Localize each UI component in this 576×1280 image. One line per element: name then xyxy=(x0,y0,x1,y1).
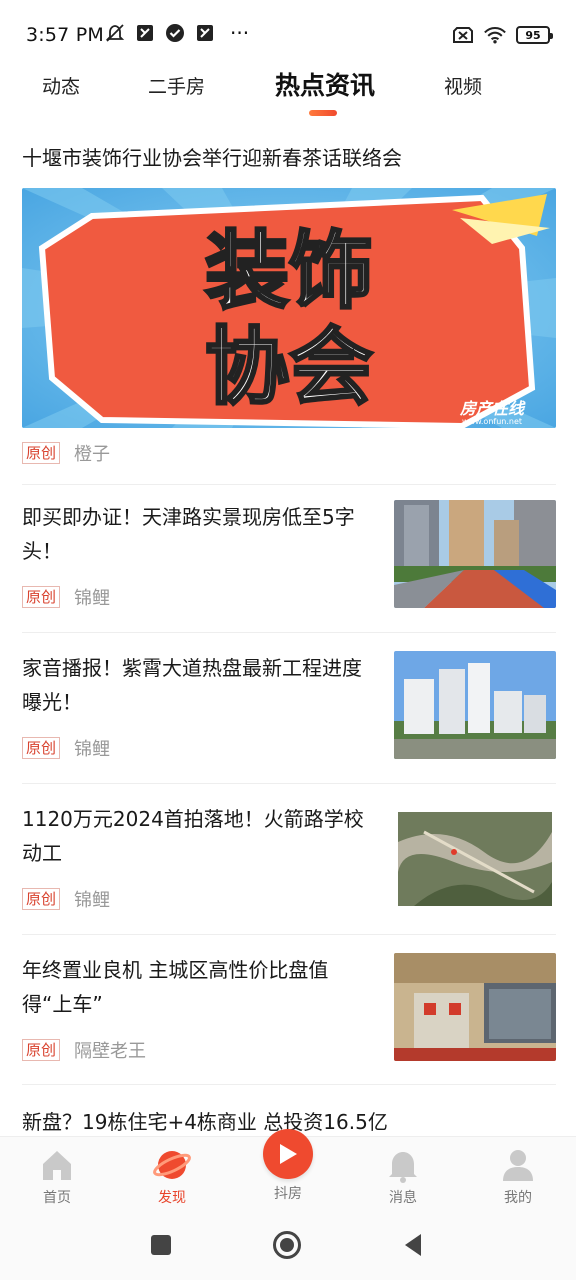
article-title[interactable]: 家音播报！紫霄大道热盘最新工程进度曝光！ xyxy=(22,651,372,719)
status-bar: 3:57 PM ··· 95 xyxy=(0,0,576,68)
author-name: 橙子 xyxy=(74,444,111,465)
featured-article-image[interactable]: 装饰 协会 房产在线 www.onfun.net xyxy=(22,188,556,428)
status-system-icons: 95 xyxy=(452,24,553,46)
nav-profile-label: 我的 xyxy=(504,1190,532,1206)
tab-dongtai[interactable]: 动态 xyxy=(42,72,80,99)
article-title[interactable]: 即买即办证！天津路实景现房低至5字头！ xyxy=(22,500,372,568)
author-name: 锦鲤 xyxy=(74,588,111,609)
nav-home[interactable]: 首页 xyxy=(22,1145,92,1207)
article-title[interactable]: 新盘？19栋住宅+4栋商业 总投资16.5亿 xyxy=(22,1106,388,1135)
sim-off-icon xyxy=(452,24,474,46)
bottom-navigation: 首页 发现 抖房 消息 我的 xyxy=(0,1129,576,1208)
active-tab-indicator xyxy=(309,110,337,116)
featured-article-meta: 原创 橙子 xyxy=(22,440,110,466)
home-button[interactable] xyxy=(272,1230,302,1260)
check-badge-icon xyxy=(164,22,186,44)
status-time: 3:57 PM xyxy=(26,24,104,46)
back-button[interactable] xyxy=(398,1230,428,1260)
home-icon xyxy=(37,1145,77,1185)
user-icon xyxy=(498,1145,538,1185)
list-item[interactable]: 即买即办证！天津路实景现房低至5字头！ 原创 锦鲤 xyxy=(0,482,576,632)
system-navigation-bar xyxy=(0,1208,576,1280)
original-badge: 原创 xyxy=(22,586,61,608)
article-thumbnail[interactable] xyxy=(394,500,556,608)
author-name: 锦鲤 xyxy=(74,890,111,911)
original-badge: 原创 xyxy=(22,737,61,759)
wifi-icon xyxy=(484,24,506,46)
tab-video[interactable]: 视频 xyxy=(444,72,482,99)
author-name: 隔壁老王 xyxy=(74,1041,147,1062)
nav-messages[interactable]: 消息 xyxy=(368,1145,438,1207)
recent-apps-button[interactable] xyxy=(146,1230,176,1260)
article-thumbnail[interactable] xyxy=(394,651,556,759)
divider xyxy=(22,1084,556,1085)
category-tabs: 动态 二手房 热点资讯 视频 xyxy=(0,64,576,120)
featured-image-text-line1: 装饰 xyxy=(205,222,373,320)
featured-image-watermark-url: www.onfun.net xyxy=(462,417,522,426)
list-item[interactable]: 年终置业良机 主城区高性价比盘值得“上车” 原创 隔壁老王 xyxy=(0,935,576,1085)
nav-discover[interactable]: 发现 xyxy=(137,1145,207,1207)
news-feed[interactable]: 十堰市装饰行业协会举行迎新春茶话联络会 装饰 协会 房产在线 www.onfun… xyxy=(0,120,576,1136)
bell-icon xyxy=(383,1145,423,1185)
app-icon xyxy=(134,22,156,44)
status-notification-icons: ··· xyxy=(104,22,249,44)
featured-image-text-line2: 协会 xyxy=(205,318,373,416)
more-notifications-icon: ··· xyxy=(230,21,250,45)
planet-icon xyxy=(152,1145,192,1185)
article-meta: 原创 锦鲤 xyxy=(22,735,110,761)
article-title[interactable]: 1120万元2024首拍落地！火箭路学校动工 xyxy=(22,802,372,870)
nav-doufang-label: 抖房 xyxy=(274,1186,302,1202)
nav-doufang[interactable]: 抖房 xyxy=(253,1183,323,1203)
tab-hot-news[interactable]: 热点资讯 xyxy=(275,66,375,102)
original-badge: 原创 xyxy=(22,1039,61,1061)
original-badge: 原创 xyxy=(22,888,61,910)
nav-discover-label: 发现 xyxy=(158,1190,186,1206)
article-meta: 原创 锦鲤 xyxy=(22,584,110,610)
article-title[interactable]: 年终置业良机 主城区高性价比盘值得“上车” xyxy=(22,953,372,1021)
app-icon xyxy=(194,22,216,44)
article-meta: 原创 隔壁老王 xyxy=(22,1037,146,1063)
article-thumbnail[interactable] xyxy=(394,802,556,910)
featured-article-title[interactable]: 十堰市装饰行业协会举行迎新春茶话联络会 xyxy=(22,142,402,171)
tab-ershoufang[interactable]: 二手房 xyxy=(148,72,205,99)
original-badge: 原创 xyxy=(22,442,61,464)
list-item[interactable]: 1120万元2024首拍落地！火箭路学校动工 原创 锦鲤 xyxy=(0,784,576,934)
nav-messages-label: 消息 xyxy=(389,1190,417,1206)
mute-icon xyxy=(104,22,126,44)
article-thumbnail[interactable] xyxy=(394,953,556,1061)
list-item[interactable]: 家音播报！紫霄大道热盘最新工程进度曝光！ 原创 锦鲤 xyxy=(0,633,576,783)
nav-profile[interactable]: 我的 xyxy=(483,1145,553,1207)
battery-icon: 95 xyxy=(516,26,553,44)
nav-home-label: 首页 xyxy=(43,1190,71,1206)
featured-image-watermark: 房产在线 xyxy=(459,399,526,418)
play-icon[interactable] xyxy=(263,1129,313,1179)
article-meta: 原创 锦鲤 xyxy=(22,886,110,912)
author-name: 锦鲤 xyxy=(74,739,111,760)
